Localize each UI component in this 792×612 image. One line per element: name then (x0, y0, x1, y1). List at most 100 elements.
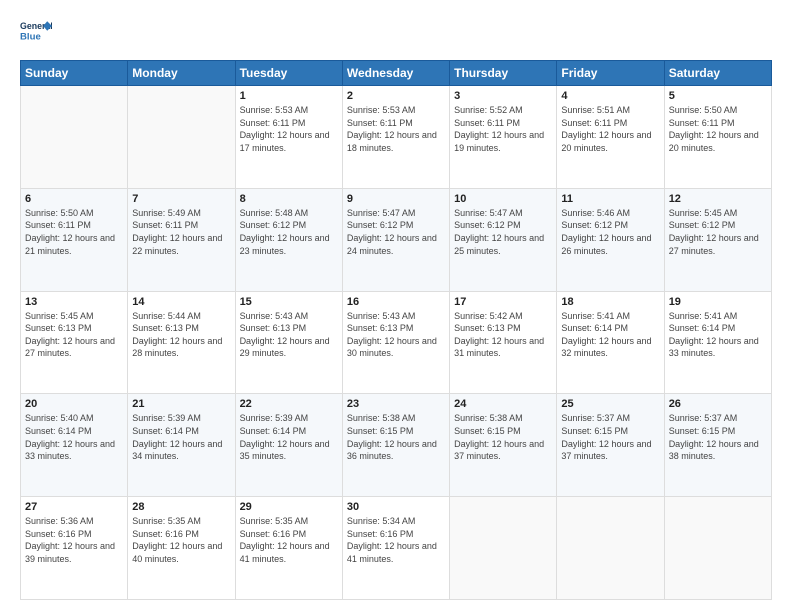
logo: General Blue (20, 18, 52, 50)
day-cell: 1 Sunrise: 5:53 AMSunset: 6:11 PMDaylight… (235, 86, 342, 189)
weekday-header-saturday: Saturday (664, 61, 771, 86)
day-info: Sunrise: 5:41 AMSunset: 6:14 PMDaylight:… (561, 310, 659, 360)
day-cell: 23 Sunrise: 5:38 AMSunset: 6:15 PMDayligh… (342, 394, 449, 497)
day-number: 1 (240, 90, 338, 102)
day-info: Sunrise: 5:35 AMSunset: 6:16 PMDaylight:… (132, 515, 230, 565)
day-info: Sunrise: 5:47 AMSunset: 6:12 PMDaylight:… (347, 207, 445, 257)
header: General Blue (20, 18, 772, 50)
day-number: 8 (240, 193, 338, 205)
day-info: Sunrise: 5:38 AMSunset: 6:15 PMDaylight:… (347, 412, 445, 462)
day-number: 7 (132, 193, 230, 205)
day-number: 3 (454, 90, 552, 102)
day-info: Sunrise: 5:48 AMSunset: 6:12 PMDaylight:… (240, 207, 338, 257)
svg-text:Blue: Blue (20, 32, 41, 43)
day-cell: 18 Sunrise: 5:41 AMSunset: 6:14 PMDayligh… (557, 291, 664, 394)
day-info: Sunrise: 5:45 AMSunset: 6:12 PMDaylight:… (669, 207, 767, 257)
day-info: Sunrise: 5:49 AMSunset: 6:11 PMDaylight:… (132, 207, 230, 257)
day-info: Sunrise: 5:51 AMSunset: 6:11 PMDaylight:… (561, 104, 659, 154)
day-cell: 24 Sunrise: 5:38 AMSunset: 6:15 PMDayligh… (450, 394, 557, 497)
day-cell: 7 Sunrise: 5:49 AMSunset: 6:11 PMDaylight… (128, 188, 235, 291)
day-info: Sunrise: 5:38 AMSunset: 6:15 PMDaylight:… (454, 412, 552, 462)
day-number: 26 (669, 398, 767, 410)
day-info: Sunrise: 5:45 AMSunset: 6:13 PMDaylight:… (25, 310, 123, 360)
day-cell: 9 Sunrise: 5:47 AMSunset: 6:12 PMDaylight… (342, 188, 449, 291)
day-number: 24 (454, 398, 552, 410)
day-number: 11 (561, 193, 659, 205)
day-info: Sunrise: 5:39 AMSunset: 6:14 PMDaylight:… (132, 412, 230, 462)
week-row-2: 6Sunrise: 5:50 AMSunset: 6:11 PMDaylight… (21, 188, 772, 291)
day-cell (557, 497, 664, 600)
day-cell: 30 Sunrise: 5:34 AMSunset: 6:16 PMDayligh… (342, 497, 449, 600)
day-cell: 19 Sunrise: 5:41 AMSunset: 6:14 PMDayligh… (664, 291, 771, 394)
day-info: Sunrise: 5:34 AMSunset: 6:16 PMDaylight:… (347, 515, 445, 565)
calendar-table: SundayMondayTuesdayWednesdayThursdayFrid… (20, 60, 772, 600)
day-info: Sunrise: 5:36 AMSunset: 6:16 PMDaylight:… (25, 515, 123, 565)
day-number: 20 (25, 398, 123, 410)
day-cell: 27 Sunrise: 5:36 AMSunset: 6:16 PMDayligh… (21, 497, 128, 600)
day-number: 22 (240, 398, 338, 410)
weekday-header-thursday: Thursday (450, 61, 557, 86)
day-number: 13 (25, 296, 123, 308)
day-info: Sunrise: 5:53 AMSunset: 6:11 PMDaylight:… (240, 104, 338, 154)
day-cell: 21 Sunrise: 5:39 AMSunset: 6:14 PMDayligh… (128, 394, 235, 497)
day-cell: 8 Sunrise: 5:48 AMSunset: 6:12 PMDaylight… (235, 188, 342, 291)
week-row-1: 1 Sunrise: 5:53 AMSunset: 6:11 PMDaylight… (21, 86, 772, 189)
day-number: 28 (132, 501, 230, 513)
day-cell: 13 Sunrise: 5:45 AMSunset: 6:13 PMDayligh… (21, 291, 128, 394)
day-number: 19 (669, 296, 767, 308)
day-cell: 26 Sunrise: 5:37 AMSunset: 6:15 PMDayligh… (664, 394, 771, 497)
day-info: Sunrise: 5:37 AMSunset: 6:15 PMDaylight:… (561, 412, 659, 462)
day-info: Sunrise: 5:47 AMSunset: 6:12 PMDaylight:… (454, 207, 552, 257)
day-info: Sunrise: 5:52 AMSunset: 6:11 PMDaylight:… (454, 104, 552, 154)
day-number: 15 (240, 296, 338, 308)
day-cell: 17Sunrise: 5:42 AMSunset: 6:13 PMDayligh… (450, 291, 557, 394)
day-info: Sunrise: 5:44 AMSunset: 6:13 PMDaylight:… (132, 310, 230, 360)
weekday-header-wednesday: Wednesday (342, 61, 449, 86)
weekday-header-sunday: Sunday (21, 61, 128, 86)
day-number: 21 (132, 398, 230, 410)
day-number: 4 (561, 90, 659, 102)
day-number: 29 (240, 501, 338, 513)
day-number: 30 (347, 501, 445, 513)
day-number: 12 (669, 193, 767, 205)
day-number: 25 (561, 398, 659, 410)
day-number: 9 (347, 193, 445, 205)
day-number: 2 (347, 90, 445, 102)
day-cell: 11 Sunrise: 5:46 AMSunset: 6:12 PMDayligh… (557, 188, 664, 291)
day-info: Sunrise: 5:46 AMSunset: 6:12 PMDaylight:… (561, 207, 659, 257)
day-info: Sunrise: 5:42 AMSunset: 6:13 PMDaylight:… (454, 310, 552, 360)
day-number: 5 (669, 90, 767, 102)
day-cell: 10Sunrise: 5:47 AMSunset: 6:12 PMDayligh… (450, 188, 557, 291)
day-info: Sunrise: 5:43 AMSunset: 6:13 PMDaylight:… (240, 310, 338, 360)
day-cell: 25 Sunrise: 5:37 AMSunset: 6:15 PMDayligh… (557, 394, 664, 497)
day-info: Sunrise: 5:37 AMSunset: 6:15 PMDaylight:… (669, 412, 767, 462)
weekday-header-tuesday: Tuesday (235, 61, 342, 86)
calendar-body: 1 Sunrise: 5:53 AMSunset: 6:11 PMDaylight… (21, 86, 772, 600)
day-cell: 6Sunrise: 5:50 AMSunset: 6:11 PMDaylight… (21, 188, 128, 291)
day-number: 18 (561, 296, 659, 308)
day-cell: 5 Sunrise: 5:50 AMSunset: 6:11 PMDaylight… (664, 86, 771, 189)
day-cell (128, 86, 235, 189)
day-info: Sunrise: 5:50 AMSunset: 6:11 PMDaylight:… (669, 104, 767, 154)
day-info: Sunrise: 5:40 AMSunset: 6:14 PMDaylight:… (25, 412, 123, 462)
week-row-5: 27 Sunrise: 5:36 AMSunset: 6:16 PMDayligh… (21, 497, 772, 600)
logo-icon: General Blue (20, 18, 52, 50)
weekday-row: SundayMondayTuesdayWednesdayThursdayFrid… (21, 61, 772, 86)
day-cell: 22 Sunrise: 5:39 AMSunset: 6:14 PMDayligh… (235, 394, 342, 497)
day-number: 23 (347, 398, 445, 410)
day-cell: 2Sunrise: 5:53 AMSunset: 6:11 PMDaylight… (342, 86, 449, 189)
day-number: 14 (132, 296, 230, 308)
day-number: 27 (25, 501, 123, 513)
day-cell: 29Sunrise: 5:35 AMSunset: 6:16 PMDayligh… (235, 497, 342, 600)
day-info: Sunrise: 5:43 AMSunset: 6:13 PMDaylight:… (347, 310, 445, 360)
day-info: Sunrise: 5:39 AMSunset: 6:14 PMDaylight:… (240, 412, 338, 462)
day-number: 16 (347, 296, 445, 308)
day-info: Sunrise: 5:41 AMSunset: 6:14 PMDaylight:… (669, 310, 767, 360)
day-number: 6 (25, 193, 123, 205)
day-cell: 12 Sunrise: 5:45 AMSunset: 6:12 PMDayligh… (664, 188, 771, 291)
day-cell (21, 86, 128, 189)
day-cell: 3 Sunrise: 5:52 AMSunset: 6:11 PMDaylight… (450, 86, 557, 189)
weekday-header-monday: Monday (128, 61, 235, 86)
weekday-header-friday: Friday (557, 61, 664, 86)
day-cell: 14 Sunrise: 5:44 AMSunset: 6:13 PMDayligh… (128, 291, 235, 394)
